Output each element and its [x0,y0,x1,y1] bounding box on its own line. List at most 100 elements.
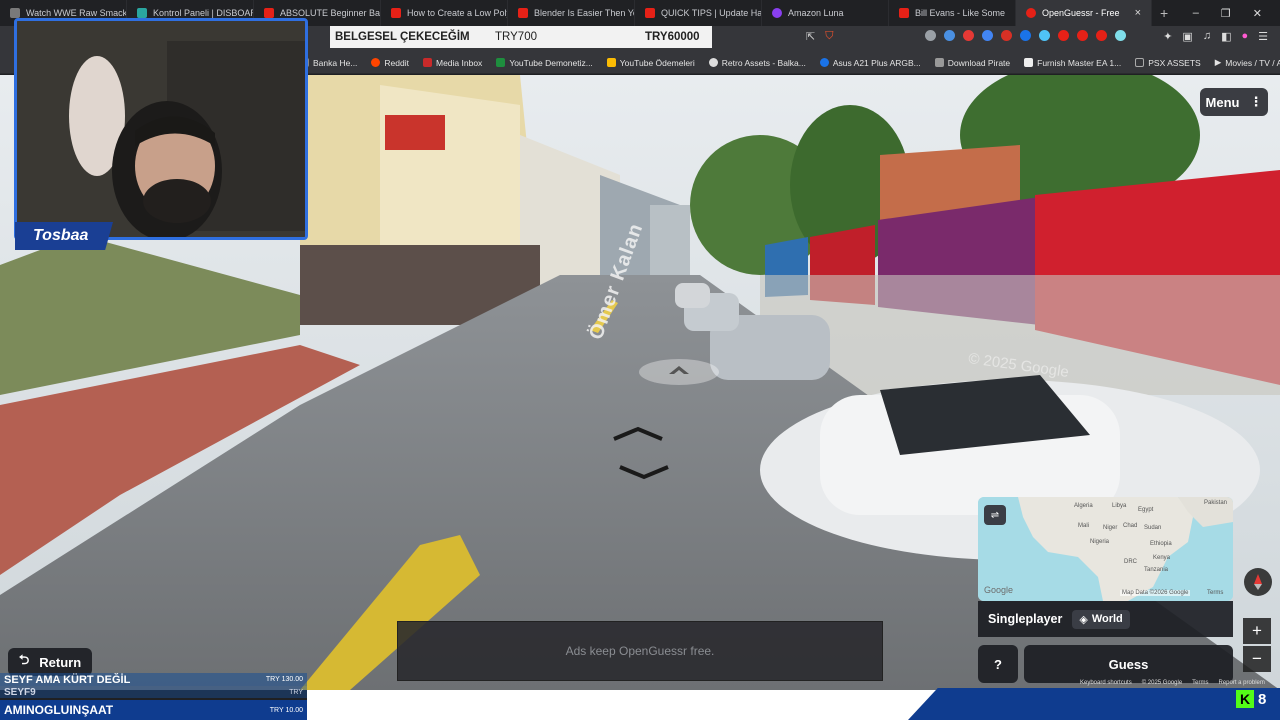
close-window-button[interactable]: ✕ [1253,7,1262,20]
chevron-up-icon[interactable] [610,426,666,442]
return-arrow-icon: ⮌ [18,652,30,667]
goal-current: TRY700 [495,31,537,43]
extension-icon[interactable] [982,30,993,41]
extension-icon[interactable] [1077,30,1088,41]
extension-icons [925,30,1126,41]
game-mode-label: Singleplayer [988,612,1063,626]
goal-title: BELGESEL ÇEKECEĞİM [335,31,470,43]
map-footer-links: Keyboard shortcuts © 2025 Google Terms R… [1080,680,1265,686]
stream-bottom-accent [908,688,1280,720]
bookmark[interactable]: Furnish Master EA 1... [1024,58,1121,68]
help-button[interactable]: ? [978,645,1018,683]
donation-row: AMINOGLUINŞAAT TRY 10.00 [0,700,307,720]
map-attribution: Map Data ©2026 Google [1120,590,1191,596]
map-settings-icon[interactable]: ⇌ [984,505,1006,525]
layers-icon: ◈ [1079,613,1088,626]
bookmark[interactable]: YouTube Demonetiz... [496,58,593,68]
map-labels: Algeria Libya Egypt Mali Niger Chad Suda… [1074,500,1228,573]
extension-icon[interactable] [1020,30,1031,41]
extension-icon[interactable] [1039,30,1050,41]
bookmark[interactable]: Media Inbox [423,58,482,68]
share-icon[interactable]: ⇱ [806,30,815,43]
new-tab-button[interactable]: + [1160,5,1168,21]
streamer-name-tag: Tosbaa [15,222,113,250]
guess-button[interactable]: Guess [1024,645,1233,683]
viewer-count: 8 [1258,690,1267,708]
bookmark[interactable]: Download Pirate [934,58,1010,68]
extension-icon[interactable] [1001,30,1012,41]
compass-needle-icon [1254,574,1262,590]
bookmark[interactable]: Asus A21 Plus ARGB... [819,58,921,68]
kick-viewer-count: K 8 [1236,690,1266,708]
bookmark[interactable]: ▶Movies / TV / Anim... [1215,57,1280,68]
ad-placeholder: Ads keep OpenGuessr free. [397,621,883,681]
kebab-icon: ⋮ [1249,94,1263,109]
profile-icon[interactable]: ● [1241,30,1248,43]
kebab-menu-icon[interactable]: ☰ [1258,30,1268,43]
browser-tab[interactable]: Bill Evans - Like Some [889,0,1016,26]
google-logo: Google [984,585,1014,595]
browser-tab[interactable]: QUICK TIPS | Update Hand [635,0,762,26]
close-tab-icon[interactable]: × [1135,7,1141,19]
zoom-in-button[interactable]: + [1243,618,1271,644]
move-forward-arrow[interactable] [636,358,722,388]
menu-button[interactable]: Menu ⋮ [1200,88,1268,116]
extension-icon[interactable] [944,30,955,41]
map-terms-link[interactable]: Terms [1207,590,1223,596]
bookmark[interactable]: Reddit [371,58,409,68]
folder-icon [1135,58,1145,67]
webcam-feed [17,21,305,237]
bookmark-icon [934,58,944,67]
address-bar-actions: ⇱ ⛉ [806,30,833,43]
guess-controls: ? Guess [978,645,1233,683]
goal-target: TRY60000 [645,31,700,43]
extension-icon[interactable] [1058,30,1069,41]
guess-minimap[interactable]: Algeria Libya Egypt Mali Niger Chad Suda… [978,497,1233,601]
browser-tab[interactable]: How to Create a Low Poly [381,0,508,26]
mail-icon [423,58,432,67]
youtube-icon [264,8,274,18]
bookmark-icon [708,58,718,67]
youtube-icon [391,8,401,18]
bookmark[interactable]: Banka He... [300,58,357,68]
toolbar-right: ✦ ▣ ♫ ◧ ● ☰ [1163,30,1268,43]
brave-shield-icon[interactable]: ⛉ [825,30,833,43]
sheets-icon [496,58,506,67]
return-button[interactable]: ⮌ Return [8,648,92,676]
music-icon[interactable]: ♫ [1203,30,1211,43]
browser-tab[interactable]: Blender Is Easier Then Yo [508,0,635,26]
puzzle-icon[interactable]: ✦ [1163,30,1172,43]
adsense-icon [606,58,616,67]
extension-icon[interactable] [963,30,974,41]
game-mode-bar: Singleplayer ◈ World [978,601,1233,637]
donation-row: SEYF9 TRY [0,686,307,698]
play-icon: ▶ [1214,57,1222,67]
zoom-out-button[interactable]: − [1243,646,1271,672]
bookmark[interactable]: Retro Assets - Balka... [708,58,806,68]
extension-icon[interactable] [1096,30,1107,41]
tab-favicon-icon [10,8,20,18]
luna-icon [772,8,782,18]
chevron-down-icon[interactable] [616,464,672,480]
browser-tab[interactable]: Amazon Luna [762,0,889,26]
youtube-icon [645,8,655,18]
compass-icon[interactable] [1244,568,1272,596]
kick-logo-icon: K [1236,690,1254,708]
bookmark-folder[interactable]: PSX ASSETS [1135,58,1201,68]
browser-tab-active[interactable]: OpenGuessr - Free × [1016,0,1152,26]
sidebar-icon[interactable]: ▣ [1182,30,1192,43]
openguessr-icon [1026,8,1036,18]
donation-row: SEYF AMA KÜRT DEĞİL TRY 130.00 [0,673,307,686]
youtube-icon [518,8,528,18]
region-pill[interactable]: ◈ World [1072,609,1130,629]
webcam-overlay [14,18,308,240]
sidepanel-icon[interactable]: ◧ [1221,30,1231,43]
maximize-button[interactable]: ❐ [1221,7,1231,20]
minimize-button[interactable]: – [1193,7,1199,19]
reddit-icon [371,58,381,67]
tab-favicon-icon [137,8,147,18]
extension-icon[interactable] [1115,30,1126,41]
extension-icon[interactable] [925,30,936,41]
bookmark[interactable]: YouTube Ödemeleri [606,58,695,68]
window-controls: – ❐ ✕ [1193,0,1280,26]
